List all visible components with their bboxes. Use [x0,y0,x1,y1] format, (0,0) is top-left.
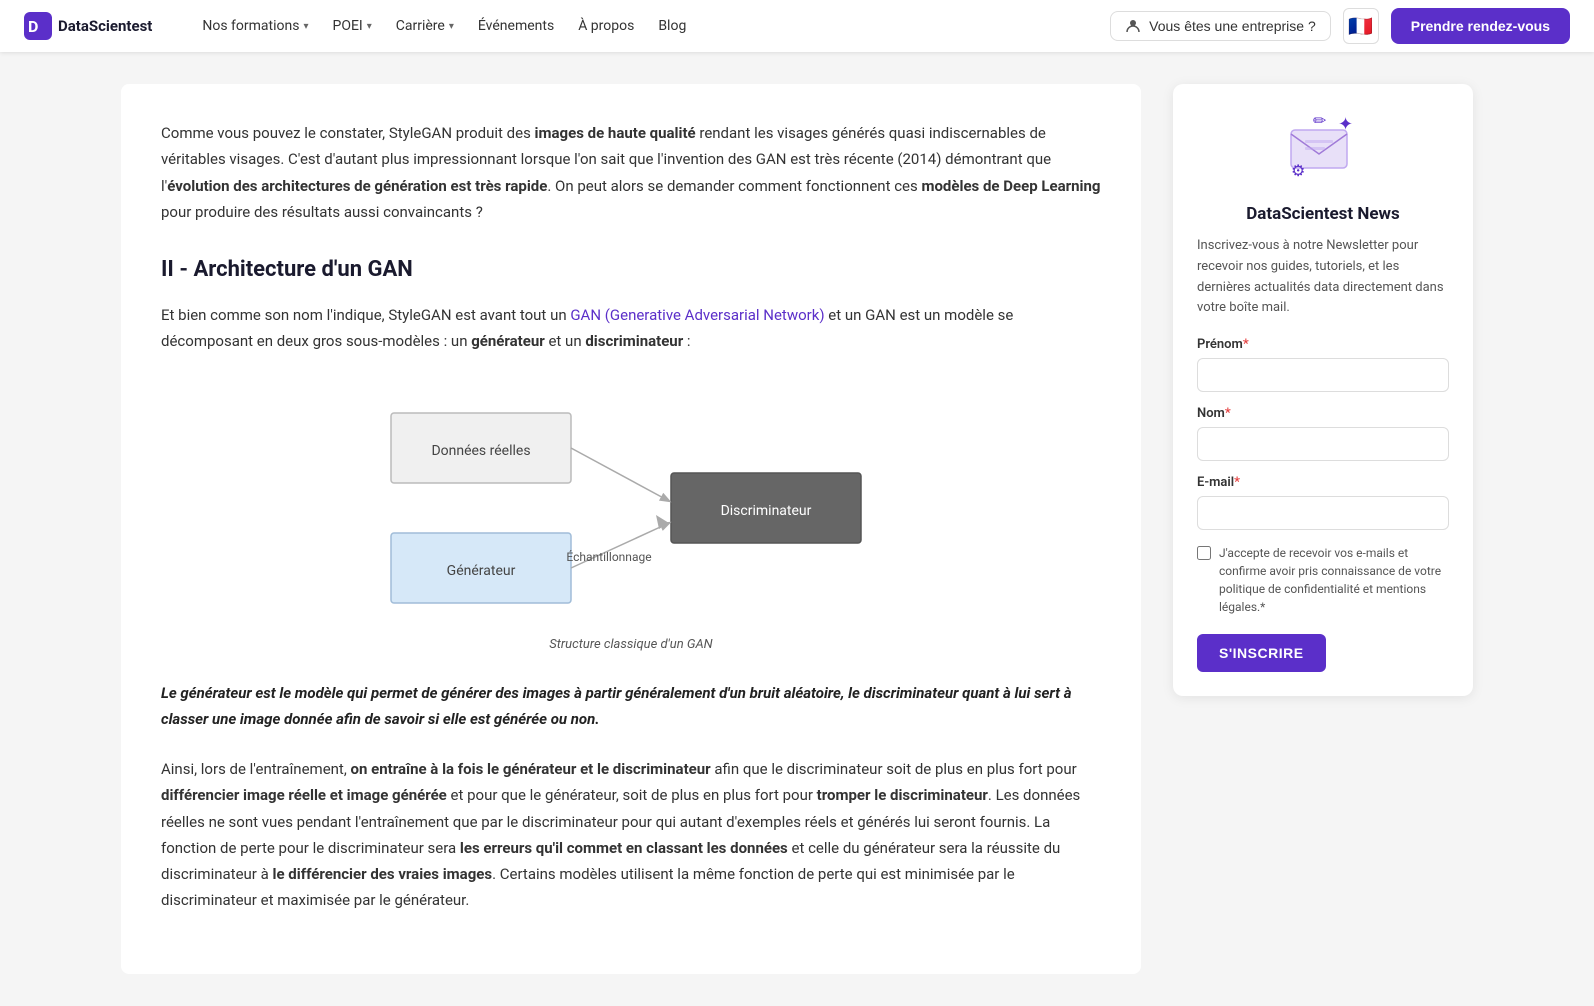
nav-blog-label: Blog [658,18,686,34]
nom-input[interactable] [1197,427,1449,461]
consent-row: J'accepte de recevoir vos e-mails et con… [1197,544,1449,616]
logo-text: DataScientest [58,17,152,35]
newsletter-card: ✦ ⚙ ✏ DataScientest News Inscrivez-vous … [1173,84,1473,696]
nav-apropos-label: À propos [578,18,634,34]
email-input[interactable] [1197,496,1449,530]
newsletter-icon: ✦ ⚙ ✏ [1283,108,1363,188]
chevron-down-icon: ▾ [449,21,454,32]
navbar-nav: Nos formations ▾ POEI ▾ Carrière ▾ Événe… [192,12,1094,40]
enterprise-icon [1125,18,1141,34]
nav-evenements[interactable]: Événements [468,12,564,40]
generateur-bold: générateur [471,332,545,350]
page-container: Comme vous pouvez le constater, StyleGAN… [97,52,1497,1006]
logo-icon: D [24,12,52,40]
nav-nos-formations[interactable]: Nos formations ▾ [192,12,318,40]
svg-text:Générateur: Générateur [447,563,516,579]
svg-text:Données réelles: Données réelles [431,443,530,459]
svg-text:Discriminateur: Discriminateur [721,503,812,519]
subscribe-button[interactable]: S'INSCRIRE [1197,634,1326,672]
enterprise-button[interactable]: Vous êtes une entreprise ? [1110,11,1331,41]
gan-diagram-svg: Données réelles Générateur Discriminateu… [371,383,891,623]
navbar-right: Vous êtes une entreprise ? 🇫🇷 Prendre re… [1110,8,1570,44]
prenom-label: Prénom* [1197,337,1449,352]
nav-blog[interactable]: Blog [648,12,696,40]
email-label: E-mail* [1197,475,1449,490]
newsletter-desc: Inscrivez-vous à notre Newsletter pour r… [1197,236,1449,319]
diagram-caption: Structure classique d'un GAN [549,637,712,652]
svg-text:✦: ✦ [1338,114,1353,135]
svg-text:Échantillonnage: Échantillonnage [566,549,651,564]
body2-bold2: différencier image réelle et image génér… [161,786,447,804]
nav-carriere[interactable]: Carrière ▾ [386,12,464,40]
chevron-down-icon: ▾ [303,21,308,32]
navbar: D DataScientest Nos formations ▾ POEI ▾ … [0,0,1594,52]
gan-diagram: Données réelles Générateur Discriminateu… [161,383,1101,652]
body2-bold4: les erreurs qu'il commet en classant les… [460,839,788,857]
email-required: * [1234,475,1240,490]
body-paragraph-2: Ainsi, lors de l'entraînement, on entraî… [161,756,1101,914]
nav-apropos[interactable]: À propos [568,12,644,40]
nom-required: * [1225,406,1231,421]
intro-bold3: modèles de Deep Learning [921,177,1100,195]
svg-text:✏: ✏ [1313,111,1327,130]
logo[interactable]: D DataScientest [24,12,152,40]
nav-evenements-label: Événements [478,18,554,34]
consent-checkbox[interactable] [1197,546,1211,560]
prenom-required: * [1243,337,1249,352]
body2-bold5: le différencier des vraies images [273,865,493,883]
svg-text:D: D [28,17,38,36]
blockquote: Le générateur est le modèle qui permet d… [161,680,1101,733]
consent-text: J'accepte de recevoir vos e-mails et con… [1219,544,1449,616]
nom-label: Nom* [1197,406,1449,421]
nav-poei[interactable]: POEI ▾ [323,12,382,40]
body-paragraph-1: Et bien comme son nom l'indique, StyleGA… [161,302,1101,355]
nav-nos-formations-label: Nos formations [202,18,299,34]
discriminateur-bold: discriminateur [585,332,683,350]
flag-icon: 🇫🇷 [1348,14,1373,39]
intro-paragraph: Comme vous pouvez le constater, StyleGAN… [161,120,1101,225]
body2-bold1: on entraîne à la fois le générateur et l… [351,760,711,778]
cta-button[interactable]: Prendre rendez-vous [1391,8,1570,44]
intro-bold2: évolution des architectures de génératio… [167,177,547,195]
intro-bold1: images de haute qualité [535,124,696,142]
nav-carriere-label: Carrière [396,18,445,34]
prenom-input[interactable] [1197,358,1449,392]
chevron-down-icon: ▾ [367,21,372,32]
sidebar: ✦ ⚙ ✏ DataScientest News Inscrivez-vous … [1173,84,1473,974]
gan-link[interactable]: GAN (Generative Adversarial Network) [570,306,824,324]
newsletter-title: DataScientest News [1197,204,1449,224]
language-flag-button[interactable]: 🇫🇷 [1343,8,1379,44]
svg-text:⚙: ⚙ [1291,161,1305,180]
nav-poei-label: POEI [333,18,363,34]
main-content: Comme vous pouvez le constater, StyleGAN… [121,84,1141,974]
section-title: II - Architecture d'un GAN [161,257,1101,282]
enterprise-label: Vous êtes une entreprise ? [1149,18,1316,34]
body2-bold3: tromper le discriminateur [817,786,988,804]
diagram-svg-wrapper: Données réelles Générateur Discriminateu… [371,383,891,627]
